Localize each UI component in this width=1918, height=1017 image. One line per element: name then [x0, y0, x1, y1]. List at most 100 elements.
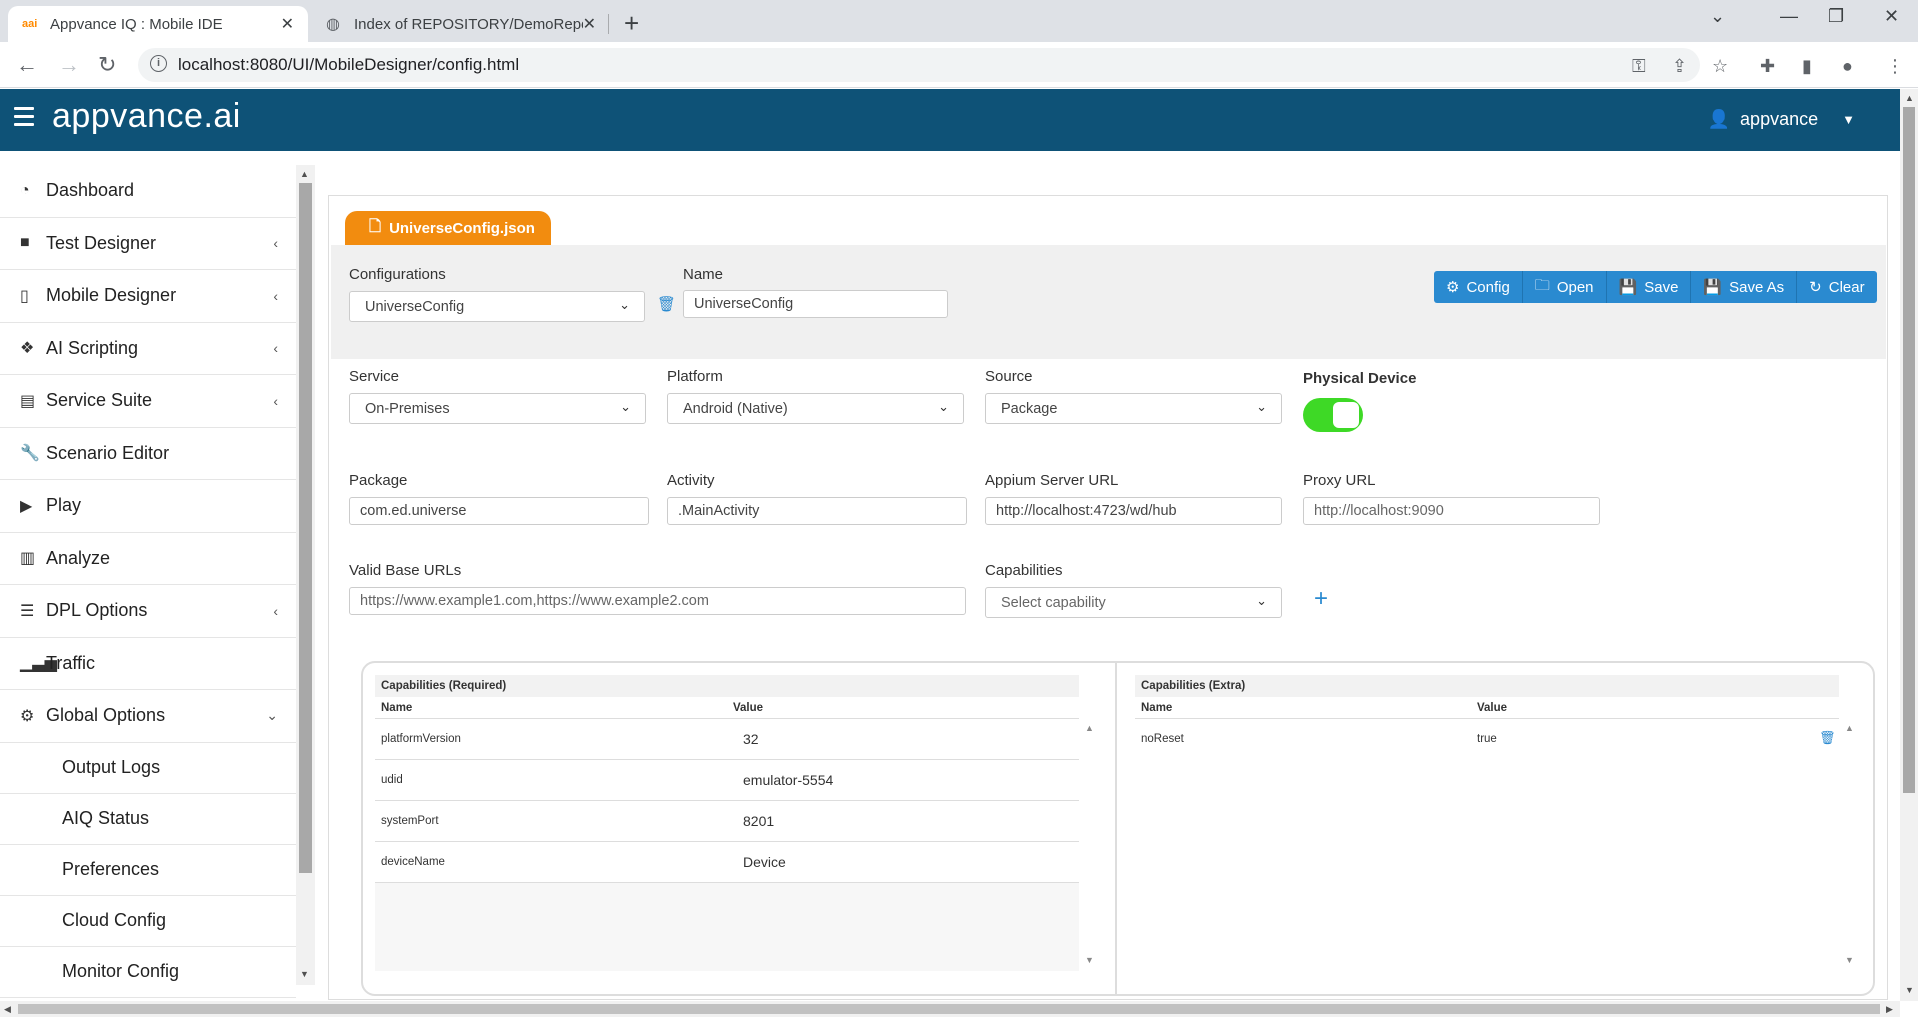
platform-value: Android (Native)	[683, 400, 788, 417]
cell-value: 32	[743, 731, 759, 747]
table-row[interactable]: deviceName Device	[375, 842, 1079, 883]
activity-input[interactable]: .MainActivity	[667, 497, 967, 525]
file-tab[interactable]: 🗋 UniverseConfig.json	[345, 211, 551, 245]
reload-button[interactable]: ↻	[98, 52, 116, 78]
key-icon[interactable]: ⚿	[1632, 56, 1646, 77]
sidebar-item-label: Dashboard	[46, 180, 135, 201]
sidebar-item-dpl-options[interactable]: ☰ DPL Options ‹	[0, 585, 296, 638]
close-window-button[interactable]: ✕	[1884, 6, 1899, 27]
tab-search-icon[interactable]: ⌄	[1710, 6, 1725, 27]
source-select[interactable]: Package ⌄	[985, 393, 1282, 424]
list-icon: ☰	[20, 602, 35, 620]
package-input[interactable]: com.ed.universe	[349, 497, 649, 525]
sidebar-item-mobile-designer[interactable]: ▯ Mobile Designer ‹	[0, 270, 296, 323]
save-as-button-label: Save As	[1729, 278, 1785, 296]
restore-button[interactable]: ❐	[1828, 6, 1844, 27]
browser-tab-inactive[interactable]: ◍ Index of REPOSITORY/DemoRepo ✕	[312, 6, 610, 42]
scroll-thumb[interactable]	[1903, 107, 1915, 793]
share-icon[interactable]: ⇪	[1672, 56, 1687, 77]
config-button[interactable]: ⚙ Config	[1434, 271, 1523, 303]
scroll-down-arrow[interactable]: ▼	[1845, 955, 1854, 965]
signal-icon: ▁▃▅	[20, 655, 57, 673]
platform-select[interactable]: Android (Native) ⌄	[667, 393, 964, 424]
scroll-left-arrow[interactable]: ◀	[4, 1004, 11, 1015]
close-tab-icon[interactable]: ✕	[583, 14, 596, 34]
new-tab-button[interactable]: +	[624, 8, 639, 39]
sidebar-item-ai-scripting[interactable]: ❖ AI Scripting ‹	[0, 323, 296, 375]
table-row[interactable]: systemPort 8201	[375, 801, 1079, 842]
user-menu[interactable]: 👤 appvance ▼	[1708, 109, 1855, 130]
sidebar-item-global-options[interactable]: ⚙ Global Options ⌄	[0, 690, 296, 743]
sidebar-subitem-preferences[interactable]: Preferences	[0, 845, 296, 896]
name-input[interactable]: UniverseConfig	[683, 290, 948, 318]
scroll-up-arrow[interactable]: ▲	[1845, 723, 1854, 733]
service-select[interactable]: On-Premises ⌄	[349, 393, 646, 424]
scroll-down-arrow[interactable]: ▼	[300, 969, 309, 979]
save-button[interactable]: 💾 Save	[1606, 271, 1692, 303]
sidebar-subitem-aiq-status[interactable]: AIQ Status	[0, 794, 296, 845]
back-button[interactable]: ←	[16, 52, 38, 78]
forward-button[interactable]: →	[58, 52, 80, 78]
table-row[interactable]: platformVersion 32	[375, 719, 1079, 760]
delete-config-icon[interactable]: 🗑	[657, 295, 676, 313]
toggle-knob	[1333, 402, 1359, 428]
capabilities-select[interactable]: Select capability ⌄	[985, 587, 1282, 618]
page-vertical-scrollbar[interactable]: ▲ ▼	[1900, 89, 1918, 1001]
delete-row-icon[interactable]: 🗑	[1819, 730, 1836, 746]
close-tab-icon[interactable]: ✕	[281, 14, 294, 34]
profile-icon[interactable]: ●	[1842, 56, 1853, 77]
sidebar-nav: ◔ Dashboard ■ Test Designer ‹ ▯ Mobile D…	[0, 165, 296, 1001]
sidebar-item-test-designer[interactable]: ■ Test Designer ‹	[0, 218, 296, 270]
chevron-left-icon: ‹	[273, 235, 278, 252]
sidebar-subitem-output-logs[interactable]: Output Logs	[0, 743, 296, 794]
page-horizontal-scrollbar[interactable]: ◀ ▶	[0, 1001, 1900, 1017]
scroll-thumb[interactable]	[18, 1004, 1880, 1014]
table-row[interactable]: noReset true 🗑	[1135, 719, 1839, 760]
sidebar-item-dashboard[interactable]: ◔ Dashboard	[0, 165, 296, 218]
minimize-button[interactable]: —	[1780, 6, 1798, 27]
physical-device-toggle[interactable]	[1303, 398, 1363, 432]
table-row[interactable]: udid emulator-5554	[375, 760, 1079, 801]
address-bar[interactable]: i localhost:8080/UI/MobileDesigner/confi…	[138, 48, 1700, 82]
add-capability-button[interactable]: +	[1314, 585, 1328, 613]
site-info-icon[interactable]: i	[150, 55, 167, 72]
platform-label: Platform	[667, 368, 723, 385]
side-panel-icon[interactable]: ▮	[1802, 56, 1812, 77]
bookmark-star-icon[interactable]: ☆	[1712, 56, 1728, 77]
sidebar-item-traffic[interactable]: ▁▃▅ Traffic	[0, 638, 296, 690]
scroll-up-arrow[interactable]: ▲	[300, 169, 309, 179]
required-table-scrollbar[interactable]: ▲ ▼	[1081, 719, 1099, 971]
appium-url-input[interactable]: http://localhost:4723/wd/hub	[985, 497, 1282, 525]
scroll-up-arrow[interactable]: ▲	[1085, 723, 1094, 733]
open-button[interactable]: 🗀 Open	[1522, 271, 1607, 303]
scroll-down-arrow[interactable]: ▼	[1085, 955, 1094, 965]
app-header: appvance.ai 👤 appvance ▼	[0, 89, 1900, 151]
scroll-right-arrow[interactable]: ▶	[1886, 1004, 1893, 1015]
file-icon: 🗋	[369, 217, 382, 235]
sidebar-subitem-monitor-config[interactable]: Monitor Config	[0, 947, 296, 998]
sidebar-scrollbar[interactable]: ▲ ▼	[296, 165, 315, 985]
sidebar-item-scenario-editor[interactable]: 🔧 Scenario Editor	[0, 428, 296, 480]
scroll-down-arrow[interactable]: ▼	[1905, 985, 1914, 995]
valid-urls-placeholder: https://www.example1.com,https://www.exa…	[360, 593, 709, 609]
sidebar-item-analyze[interactable]: ▥ Analyze	[0, 533, 296, 585]
save-as-button[interactable]: 💾 Save As	[1691, 271, 1798, 303]
proxy-url-input[interactable]: http://localhost:9090	[1303, 497, 1600, 525]
scroll-up-arrow[interactable]: ▲	[1905, 93, 1914, 103]
proxy-url-placeholder: http://localhost:9090	[1314, 503, 1444, 519]
extra-table-scrollbar[interactable]: ▲ ▼	[1841, 719, 1859, 971]
user-name: appvance	[1740, 109, 1819, 129]
sidebar-item-service-suite[interactable]: ▤ Service Suite ‹	[0, 375, 296, 428]
sidebar-item-play[interactable]: ▶ Play	[0, 480, 296, 533]
chevron-down-icon: ⌄	[266, 707, 278, 724]
browser-tab-active[interactable]: aai Appvance IQ : Mobile IDE ✕	[8, 6, 308, 42]
sidebar-item-label: DPL Options	[46, 600, 148, 621]
menu-kebab-icon[interactable]: ⋮	[1886, 56, 1904, 77]
clear-button[interactable]: ↻ Clear	[1797, 271, 1877, 303]
extensions-icon[interactable]: ✚	[1760, 56, 1775, 77]
sidebar-subitem-cloud-config[interactable]: Cloud Config	[0, 896, 296, 947]
configurations-select[interactable]: UniverseConfig ⌄	[349, 291, 645, 322]
scroll-thumb[interactable]	[299, 183, 312, 873]
hamburger-menu-icon[interactable]	[14, 107, 34, 131]
valid-urls-input[interactable]: https://www.example1.com,https://www.exa…	[349, 587, 966, 615]
